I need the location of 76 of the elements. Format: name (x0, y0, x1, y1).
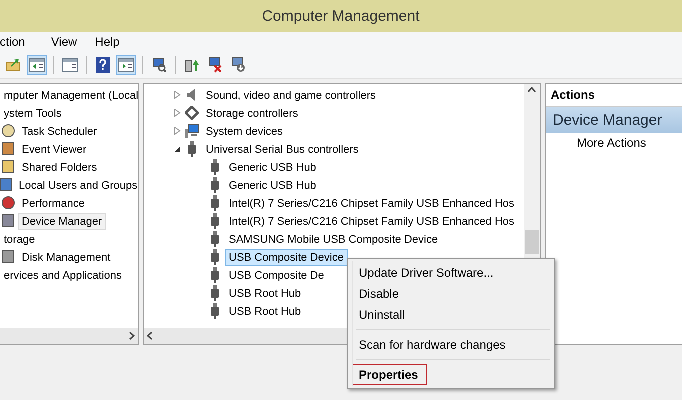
scroll-up-icon[interactable] (528, 87, 536, 93)
speaker-icon (186, 88, 198, 102)
window-icon (118, 58, 134, 72)
log-book-icon (2, 142, 14, 156)
menu-item[interactable]: ction (0, 35, 36, 49)
tree-item[interactable]: Disk Management (18, 248, 115, 266)
toolbar-button[interactable] (27, 55, 47, 75)
tree-item[interactable]: USB Composite Device (225, 248, 348, 266)
tree-item[interactable]: Device Manager (18, 212, 106, 230)
gauge-icon (2, 196, 14, 210)
tree-item[interactable]: Universal Serial Bus controllers (202, 140, 363, 158)
expand-arrow-icon[interactable] (174, 127, 180, 135)
usb-plug-icon (210, 159, 220, 175)
collapse-arrow-icon[interactable] (174, 145, 180, 153)
actions-header: Actions (551, 88, 596, 102)
toolbar-button[interactable] (60, 55, 80, 75)
menu-item[interactable]: Help (95, 35, 130, 49)
menu-item[interactable]: Disable (352, 283, 400, 304)
help-icon (96, 57, 110, 73)
tree-item[interactable]: Performance (18, 194, 89, 212)
monitor-x-icon (207, 57, 223, 73)
users-icon (0, 178, 13, 192)
window-icon (29, 58, 45, 72)
diamond-icon (185, 106, 199, 120)
menu-item[interactable]: Update Driver Software... (352, 262, 495, 283)
usb-plug-icon (210, 195, 220, 211)
tree-item[interactable]: Task Scheduler (18, 122, 102, 140)
toolbar-button[interactable] (93, 55, 113, 75)
tree-item[interactable]: Storage controllers (202, 104, 302, 122)
tree-item[interactable]: Intel(R) 7 Series/C216 Chipset Family USB Enhanced Hos (225, 212, 519, 230)
usb-plug-icon (210, 285, 220, 301)
toolbar-button[interactable] (116, 55, 136, 75)
tree-item[interactable]: ervices and Applications (0, 266, 126, 284)
menu-item[interactable]: View (51, 35, 88, 49)
usb-plug-icon (187, 141, 197, 157)
tree-item[interactable]: USB Root Hub (225, 284, 306, 302)
usb-plug-icon (210, 267, 220, 283)
window-title: Computer Management (262, 8, 420, 24)
tree-item[interactable]: USB Root Hub (225, 302, 306, 320)
usb-plug-icon (210, 213, 220, 229)
menu-item[interactable]: Uninstall (352, 304, 406, 325)
actions-section-title[interactable]: Device Manager (546, 107, 682, 133)
tree-item[interactable]: Generic USB Hub (225, 158, 320, 176)
horizontal-scrollbar[interactable] (0, 328, 138, 344)
tree-item[interactable]: Sound, video and game controllers (202, 86, 380, 104)
clock-icon (2, 124, 14, 138)
scroll-right-icon[interactable] (129, 332, 135, 340)
tree-item[interactable]: Intel(R) 7 Series/C216 Chipset Family USB Enhanced Hos (225, 194, 519, 212)
tree-item[interactable]: torage (0, 230, 40, 248)
action-link[interactable]: More Actions (546, 133, 682, 153)
window-icon (62, 58, 78, 72)
usb-plug-icon (210, 177, 220, 193)
scrollbar-thumb[interactable] (525, 230, 539, 254)
tree-item[interactable]: mputer Management (Local (0, 86, 138, 104)
menu-item[interactable]: Properties (352, 364, 428, 385)
computer-icon (184, 124, 200, 138)
scroll-left-icon[interactable] (147, 332, 153, 340)
tree-item[interactable]: ystem Tools (0, 104, 66, 122)
computer-icon (2, 214, 14, 228)
tree-item[interactable]: Event Viewer (18, 140, 91, 158)
usb-plug-icon (210, 303, 220, 319)
menu-item[interactable]: Scan for hardware changes (352, 334, 507, 355)
monitor-magnifier-icon (151, 57, 167, 73)
tree-item[interactable]: Shared Folders (18, 158, 102, 176)
usb-plug-icon (210, 249, 220, 265)
folder-arrow-icon (6, 58, 22, 72)
tree-item[interactable]: System devices (202, 122, 288, 140)
usb-plug-icon (210, 231, 220, 247)
tree-item[interactable]: Generic USB Hub (225, 176, 320, 194)
tree-item[interactable]: SAMSUNG Mobile USB Composite Device (225, 230, 442, 248)
monitor-down-arrow-icon (230, 57, 246, 73)
expand-arrow-icon[interactable] (174, 91, 180, 99)
expand-arrow-icon[interactable] (174, 109, 180, 117)
folder-icon (2, 160, 14, 174)
tree-item[interactable]: USB Composite De (225, 266, 328, 284)
tree-item[interactable]: Local Users and Groups (15, 176, 138, 194)
